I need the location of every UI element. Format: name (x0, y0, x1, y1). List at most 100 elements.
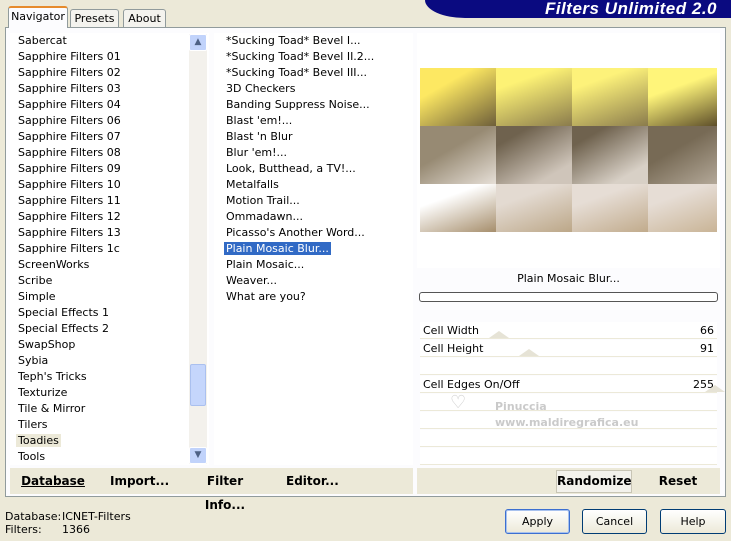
category-item[interactable]: Sapphire Filters 03 (10, 81, 209, 97)
slider-thumb[interactable] (705, 385, 725, 392)
category-item[interactable]: SwapShop (10, 337, 209, 353)
item-label: SwapShop (18, 338, 76, 351)
category-item[interactable]: Teph's Tricks (10, 369, 209, 385)
filter-item[interactable]: Metalfalls (218, 177, 413, 193)
item-label: Blur 'em!... (226, 146, 287, 159)
category-item[interactable]: Simple (10, 289, 209, 305)
filter-item[interactable]: Blast 'em!... (218, 113, 413, 129)
category-item[interactable]: Sapphire Filters 06 (10, 113, 209, 129)
category-item[interactable]: Sapphire Filters 09 (10, 161, 209, 177)
category-item[interactable]: Sabercat (10, 33, 209, 49)
preview-tile (572, 68, 648, 126)
item-label: Scribe (18, 274, 53, 287)
tab-about[interactable]: About (123, 9, 166, 28)
apply-button[interactable]: Apply (505, 509, 570, 534)
preview-tile (420, 184, 496, 232)
item-label: Sapphire Filters 06 (18, 114, 121, 127)
tab-presets[interactable]: Presets (70, 9, 119, 28)
heart-icon: ♡ (450, 392, 467, 413)
preview-tile (572, 126, 648, 184)
category-item[interactable]: Sapphire Filters 04 (10, 97, 209, 113)
filter-item[interactable]: Picasso's Another Word... (218, 225, 413, 241)
item-label: Sapphire Filters 02 (18, 66, 121, 79)
scroll-thumb[interactable] (190, 364, 206, 406)
filter-item[interactable]: Weaver... (218, 273, 413, 289)
item-label: Special Effects 1 (18, 306, 110, 319)
category-list[interactable]: Sabercat Sapphire Filters 01 Sapphire Filt… (10, 33, 209, 465)
item-label: ScreenWorks (18, 258, 90, 271)
param-label: Cell Edges On/Off (423, 378, 520, 391)
filter-item[interactable]: 3D Checkers (218, 81, 413, 97)
filter-item[interactable]: Blast 'n Blur (218, 129, 413, 145)
filter-item[interactable]: Banding Suppress Noise... (218, 97, 413, 113)
filter-item[interactable]: Look, Butthead, a TV!... (218, 161, 413, 177)
filter-item[interactable]: Ommadawn... (218, 209, 413, 225)
editor-button[interactable]: Editor... (286, 469, 339, 493)
filter-list[interactable]: *Sucking Toad* Bevel I... *Sucking Toad* … (214, 33, 413, 465)
category-scrollbar[interactable]: ▲ ▼ (189, 34, 207, 464)
category-item[interactable]: Sapphire Filters 02 (10, 65, 209, 81)
app-title: Filters Unlimited 2.0 (544, 0, 717, 18)
filter-item[interactable]: Plain Mosaic Blur... (218, 241, 413, 257)
filter-info-button[interactable]: Filter Info... (190, 469, 260, 517)
filter-item[interactable]: What are you? (218, 289, 413, 305)
item-label: Sapphire Filters 07 (18, 130, 121, 143)
category-item[interactable]: Sybia (10, 353, 209, 369)
category-item[interactable]: Toadies (10, 433, 209, 449)
category-item[interactable]: Special Effects 1 (10, 305, 209, 321)
filter-item[interactable]: Blur 'em!... (218, 145, 413, 161)
param-slider[interactable]: Cell Edges On/Off 255 (420, 376, 725, 393)
category-item[interactable]: Tilers (10, 417, 209, 433)
param-slider[interactable]: Cell Height 91 (420, 340, 717, 357)
item-label: Tile & Mirror (18, 402, 86, 415)
tab-navigator[interactable]: Navigator (8, 6, 68, 28)
item-label: Look, Butthead, a TV!... (226, 162, 356, 175)
item-label: Plain Mosaic Blur... (224, 242, 331, 255)
param-slider[interactable]: Cell Width 66 (420, 322, 717, 339)
filter-item[interactable]: Plain Mosaic... (218, 257, 413, 273)
item-label: Toadies (16, 434, 61, 447)
item-label: Sabercat (18, 34, 67, 47)
category-item[interactable]: Tile & Mirror (10, 401, 209, 417)
category-item[interactable]: Sapphire Filters 13 (10, 225, 209, 241)
category-item[interactable]: Sapphire Filters 07 (10, 129, 209, 145)
item-label: Sapphire Filters 12 (18, 210, 121, 223)
filter-item[interactable]: *Sucking Toad* Bevel III... (218, 65, 413, 81)
param-value: 66 (700, 324, 714, 337)
param-row-empty (420, 448, 717, 465)
database-button[interactable]: Database (18, 469, 88, 493)
category-item[interactable]: Texturize (10, 385, 209, 401)
item-label: 3D Checkers (226, 82, 296, 95)
category-item[interactable]: Sapphire Filters 10 (10, 177, 209, 193)
category-item[interactable]: Special Effects 2 (10, 321, 209, 337)
scroll-up-icon[interactable]: ▲ (189, 34, 207, 51)
preview-tile (496, 184, 572, 232)
slider-thumb[interactable] (489, 331, 510, 338)
category-item[interactable]: Sapphire Filters 1c (10, 241, 209, 257)
category-item[interactable]: Sapphire Filters 01 (10, 49, 209, 65)
param-row-empty (420, 430, 717, 447)
item-label: Blast 'em!... (226, 114, 293, 127)
filter-item[interactable]: *Sucking Toad* Bevel II.2... (218, 49, 413, 65)
category-item[interactable]: ScreenWorks (10, 257, 209, 273)
item-label: *Sucking Toad* Bevel III... (226, 66, 368, 79)
filter-item[interactable]: Motion Trail... (218, 193, 413, 209)
category-item[interactable]: Scribe (10, 273, 209, 289)
help-button[interactable]: Help (660, 509, 726, 534)
cancel-button[interactable]: Cancel (582, 509, 647, 534)
item-label: Picasso's Another Word... (226, 226, 365, 239)
randomize-button[interactable]: Randomize (556, 470, 632, 493)
category-item[interactable]: Sapphire Filters 08 (10, 145, 209, 161)
slider-thumb[interactable] (518, 349, 539, 356)
scroll-down-icon[interactable]: ▼ (189, 447, 207, 464)
filter-item[interactable]: *Sucking Toad* Bevel I... (218, 33, 413, 49)
param-label: Cell Height (423, 342, 484, 355)
filters-count: 1366 (62, 523, 90, 536)
import-button[interactable]: Import... (110, 469, 169, 493)
category-item[interactable]: Sapphire Filters 12 (10, 209, 209, 225)
category-item[interactable]: Sapphire Filters 11 (10, 193, 209, 209)
progress-bar (419, 292, 718, 302)
category-item[interactable]: Tools (10, 449, 209, 465)
item-label: Tilers (18, 418, 48, 431)
reset-button[interactable]: Reset (648, 469, 708, 493)
